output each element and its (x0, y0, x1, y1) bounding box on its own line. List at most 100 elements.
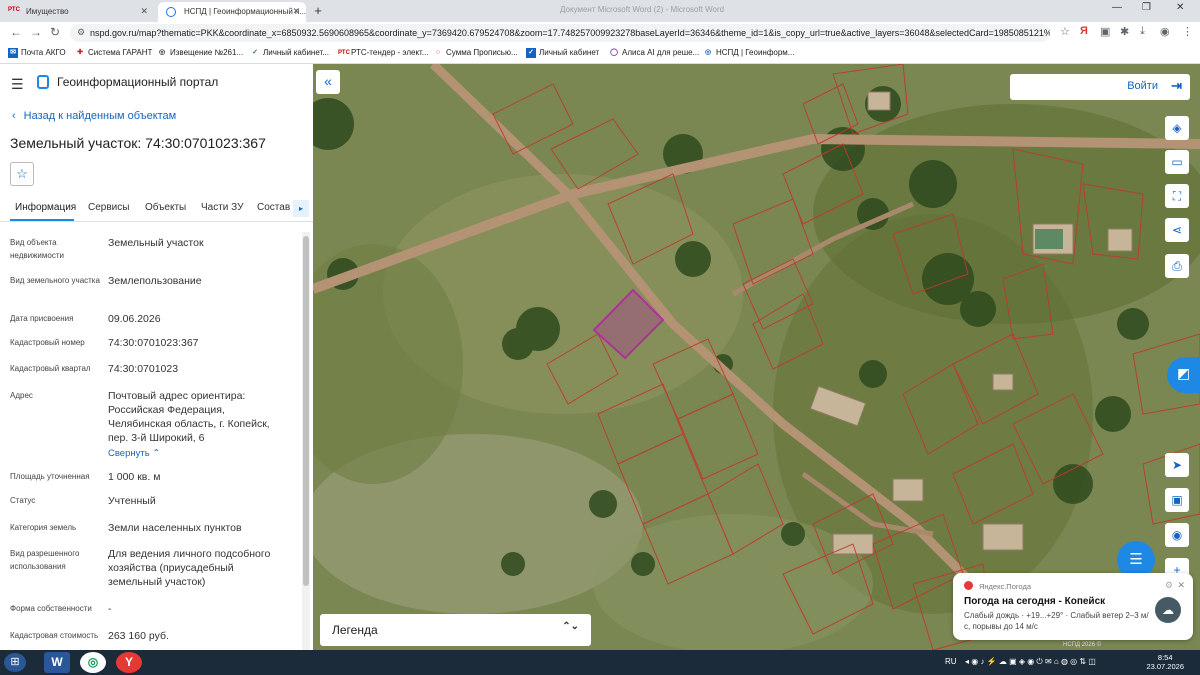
ruler-button[interactable]: ▭ (1165, 150, 1189, 174)
favorite-star-button[interactable]: ☆ (10, 162, 34, 186)
puzzle-icon[interactable]: ✱ (1120, 25, 1129, 38)
side-widget-tab[interactable]: ◩ (1167, 357, 1200, 393)
portal-logo-icon (37, 75, 49, 89)
start-button[interactable]: ⊞ (4, 653, 26, 672)
bookmark-nspd[interactable]: ◎ НСПД | Геоинформ... (703, 48, 795, 57)
star-bookmark-icon[interactable]: ☆ (1060, 25, 1070, 38)
collapse-address-link[interactable]: Свернуть ⌃ (108, 447, 298, 461)
bookmark-summa[interactable]: ○ Сумма Прописью... (433, 48, 518, 57)
url-text: nspd.gov.ru/map?thematic=PKK&coordinate_… (90, 28, 1050, 38)
active-tab-indicator (10, 219, 74, 221)
system-clock[interactable]: 8:54 23.07.2026 (1146, 653, 1184, 671)
chevron-up-icon: ⌃ (152, 448, 161, 459)
bookmark-garant[interactable]: ✚ Система ГАРАНТ (75, 48, 152, 57)
layers-button[interactable]: ◈ (1165, 116, 1189, 140)
tab-sostav[interactable]: Состав (257, 202, 290, 213)
window-title: Документ Microsoft Word (2) - Microsoft … (560, 5, 725, 14)
tab-chasti-zu[interactable]: Части ЗУ (201, 202, 243, 213)
notification-title: Погода на сегодня - Копейск (964, 596, 1106, 607)
yandex-extension-icon[interactable]: Я (1080, 25, 1088, 37)
address-row: ← → ↻ ⚙ nspd.gov.ru/map?thematic=PKK&coo… (0, 22, 1200, 44)
select-area-button[interactable]: ⛶ (1165, 184, 1189, 208)
tab-obekty[interactable]: Объекты (145, 202, 186, 213)
panel-scrollbar[interactable] (302, 232, 310, 650)
word-taskbar-icon[interactable]: W (44, 652, 70, 673)
tab-servisy[interactable]: Сервисы (88, 202, 129, 213)
download-icon[interactable]: ⤓ (1140, 25, 1145, 38)
scrollbar-thumb[interactable] (303, 236, 309, 586)
login-button[interactable]: Войти ⇥ (1010, 74, 1190, 100)
nspd-favicon-icon (166, 7, 176, 17)
close-tab-icon[interactable]: ✕ (140, 6, 148, 17)
notification-source: Яндекс.Погода (979, 582, 1031, 591)
compass-button[interactable]: ◉ (1165, 523, 1189, 547)
globe-icon: ◎ (704, 49, 712, 56)
object-title: Земельный участок: 74:30:0701023:367 (10, 135, 266, 151)
hamburger-menu-icon[interactable]: ☰ (11, 76, 24, 93)
profile-icon[interactable]: ◉ (1160, 25, 1170, 38)
bookmarks-bar: ✉ Почта АКГО ✚ Система ГАРАНТ ◎ Извещение №… (0, 44, 1200, 64)
reload-icon[interactable]: ↻ (50, 25, 60, 39)
bookmark-alisa[interactable]: ◯ Алиса AI для реше... (609, 48, 699, 57)
share-button[interactable]: ⋖ (1165, 218, 1189, 242)
settings-icon[interactable]: ⚙ (1165, 580, 1173, 591)
circle-icon: ○ (435, 49, 441, 56)
map-view[interactable]: « Войти ⇥ ◈ ▭ ⛶ ⋖ ⎙ ◩ ➤ ▣ ◉ + ☰ Легенда ⌃⌄… (313, 64, 1200, 650)
site-info-icon[interactable]: ⚙ (77, 27, 85, 38)
collapse-panel-button[interactable]: « (316, 70, 340, 94)
property-list: Вид объекта недвижимости Земельный участ… (0, 226, 302, 650)
print-button[interactable]: ⎙ (1165, 254, 1189, 278)
windows-taskbar: ⊞ W ◎ Y RU ◂ ◉ ♪ ⚡ ☁ ▣ ◈ ◉ ⏻ ✉ ⌂ ◍ ◎ ⇅ ◫… (0, 650, 1200, 675)
weather-notification[interactable]: Яндекс.Погода ⚙ ✕ Погода на сегодня - Ко… (953, 573, 1193, 640)
chrome-taskbar-icon[interactable]: ◎ (80, 652, 106, 673)
globe-icon: ◎ (158, 49, 166, 56)
object-info-panel: ☰ Геоинформационный портал ‹ Назад к найд… (0, 64, 313, 650)
minimize-icon[interactable]: — (1112, 2, 1122, 13)
new-tab-button[interactable]: + (310, 3, 326, 19)
check-icon: ✓ (526, 48, 536, 58)
bookmark-lk2[interactable]: ✓ Личный кабинет (526, 48, 599, 58)
updown-chevron-icon: ⌃⌄ (562, 621, 579, 632)
close-tab-icon[interactable]: ✕ (292, 6, 300, 17)
browser-window: РТС Имущество ✕ НСПД | Геоинформационный… (0, 0, 1200, 675)
close-window-icon[interactable]: ✕ (1176, 2, 1184, 13)
maximize-icon[interactable]: ❐ (1142, 2, 1151, 13)
bookmark-pochta[interactable]: ✉ Почта АКГО (8, 48, 66, 58)
widget-icon: ◩ (1177, 365, 1191, 381)
language-indicator[interactable]: RU (945, 657, 957, 666)
yandex-weather-icon (964, 581, 973, 590)
tabs-scroll-right-button[interactable]: ▸ (293, 200, 309, 217)
back-arrow-icon[interactable]: ← (10, 25, 22, 39)
chat-icon: ☰ (1129, 551, 1143, 568)
url-bar[interactable]: ⚙ nspd.gov.ru/map?thematic=PKK&coordinat… (70, 24, 1050, 42)
my-location-button[interactable]: ➤ (1165, 453, 1189, 477)
login-icon: ⇥ (1171, 78, 1182, 93)
rain-cloud-icon: ☁ (1155, 597, 1181, 623)
rts-icon: РТС (338, 50, 350, 56)
menu-dots-icon[interactable]: ⋮ (1182, 25, 1193, 38)
yandex-browser-taskbar-icon[interactable]: Y (116, 652, 142, 673)
minimap-button[interactable]: ▣ (1165, 488, 1189, 512)
forward-arrow-icon[interactable]: → (30, 25, 42, 39)
bookmark-izveshchenie[interactable]: ◎ Извещение №261... (157, 48, 243, 57)
legend-select[interactable]: Легенда ⌃⌄ (320, 614, 591, 646)
extension-icon[interactable]: ▣ (1100, 25, 1110, 38)
rts-favicon-icon: РТС (8, 7, 20, 13)
tab-label: Имущество (26, 7, 69, 16)
back-to-results-link[interactable]: ‹ Назад к найденным объектам (12, 110, 176, 122)
bookmark-rts[interactable]: РТС РТС-тендер - элект... (338, 48, 428, 57)
chevron-left-icon: ‹ (12, 110, 16, 122)
browser-tab-imushchestvo[interactable]: РТС Имущество ✕ (0, 2, 154, 22)
leaf-icon: ✓ (252, 49, 258, 56)
tab-strip: РТС Имущество ✕ НСПД | Геоинформационный… (0, 0, 1200, 22)
close-notification-icon[interactable]: ✕ (1177, 580, 1185, 591)
bookmark-lk[interactable]: ✓ Личный кабинет... (250, 48, 329, 57)
tray-icons[interactable]: ◂ ◉ ♪ ⚡ ☁ ▣ ◈ ◉ ⏻ ✉ ⌂ ◍ ◎ ⇅ ◫ (965, 657, 1096, 667)
tab-label: НСПД | Геоинформационный п... (184, 7, 306, 16)
green-roof-building (1035, 229, 1063, 249)
tab-informatsiya[interactable]: Информация (15, 202, 76, 213)
info-tabs: Информация Сервисы Объекты Части ЗУ Сост… (0, 196, 313, 222)
satellite-imagery (313, 64, 1200, 650)
browser-tab-nspd[interactable]: НСПД | Геоинформационный п... ✕ (158, 2, 306, 22)
alisa-icon: ◯ (610, 49, 618, 56)
